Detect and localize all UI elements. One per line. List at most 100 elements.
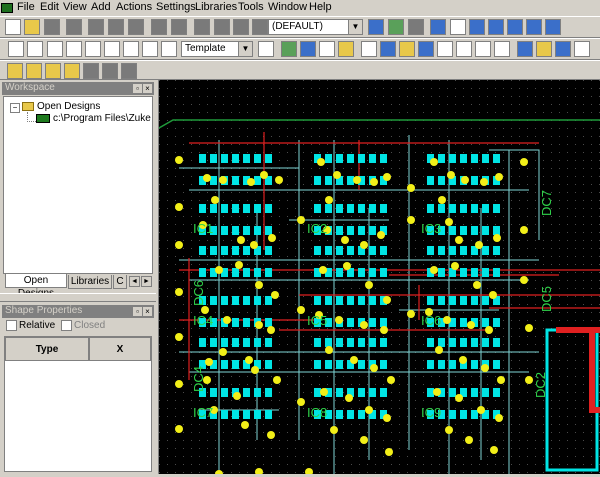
copy-icon[interactable] xyxy=(108,19,124,35)
menu-edit[interactable]: Edit xyxy=(40,1,59,13)
menu-settings[interactable]: Settings xyxy=(156,1,196,13)
close-icon[interactable]: × xyxy=(143,307,152,316)
tab-open-designs[interactable]: Open Designs xyxy=(5,274,67,299)
save-icon[interactable] xyxy=(44,19,60,35)
menu-file[interactable]: File xyxy=(17,1,35,13)
relative-checkbox-box[interactable] xyxy=(6,320,17,331)
closed-checkbox[interactable]: Closed xyxy=(61,320,105,331)
layer-icon[interactable] xyxy=(214,19,230,35)
col-header-x[interactable]: X xyxy=(89,337,151,361)
new-file-icon[interactable] xyxy=(5,19,21,35)
chevron-down-icon[interactable]: ▼ xyxy=(238,42,252,56)
mirror-icon[interactable] xyxy=(66,41,82,57)
menu-tools[interactable]: Tools xyxy=(238,1,264,13)
component-icon[interactable] xyxy=(408,19,424,35)
stop-script-icon[interactable] xyxy=(121,63,137,79)
shape-properties-grid[interactable]: Type X xyxy=(4,336,152,472)
menu-window[interactable]: Window xyxy=(268,1,307,13)
connect-icon[interactable] xyxy=(142,41,158,57)
rotate-icon[interactable] xyxy=(47,41,63,57)
menu-help[interactable]: Help xyxy=(309,1,332,13)
tree-expander[interactable]: − xyxy=(10,103,20,113)
tab-c[interactable]: C xyxy=(113,275,127,289)
drc-icon[interactable] xyxy=(555,41,571,57)
zoom-extents-icon[interactable] xyxy=(430,19,446,35)
macro-3-icon[interactable] xyxy=(45,63,61,79)
note-icon[interactable] xyxy=(399,41,415,57)
tab-scroll-right[interactable]: ► xyxy=(141,276,152,287)
redo-icon[interactable] xyxy=(171,19,187,35)
rectangle-icon[interactable] xyxy=(281,41,297,57)
label-ic5: IC5 xyxy=(307,313,327,328)
pcb-canvas[interactable]: IC1 IC2 IC3 IC4 IC5 IC6 IC7 IC8 IC9 DC4 … xyxy=(158,80,600,477)
triangle-icon[interactable] xyxy=(319,41,335,57)
open-folder-icon[interactable] xyxy=(24,19,40,35)
board-icon[interactable] xyxy=(233,19,249,35)
move-icon[interactable] xyxy=(27,41,43,57)
minimize-icon[interactable]: ▫ xyxy=(133,84,142,93)
circle-icon[interactable] xyxy=(300,41,316,57)
zoom-window-icon[interactable] xyxy=(469,19,485,35)
pin-icon[interactable] xyxy=(258,41,274,57)
print-icon[interactable] xyxy=(66,19,82,35)
smd-pad xyxy=(254,176,261,185)
script-icon[interactable] xyxy=(83,63,99,79)
layer-select[interactable]: (DEFAULT) ▼ xyxy=(268,19,363,35)
route-icon[interactable] xyxy=(85,41,101,57)
tree-child-label[interactable]: c:\Program Files\Zuken\ xyxy=(53,113,151,124)
cut-icon[interactable] xyxy=(88,19,104,35)
menu-actions[interactable]: Actions xyxy=(116,1,152,13)
zoom-in-icon[interactable] xyxy=(507,19,523,35)
tab-scroll-left[interactable]: ◄ xyxy=(129,276,140,287)
library-edit-icon[interactable] xyxy=(456,41,472,57)
smd-pad xyxy=(380,268,387,277)
minimize-icon[interactable]: ▫ xyxy=(133,307,142,316)
library-find-icon[interactable] xyxy=(475,41,491,57)
pcb-board[interactable]: IC1 IC2 IC3 IC4 IC5 IC6 IC7 IC8 IC9 DC4 … xyxy=(158,80,600,477)
workspace-tree[interactable]: − Open Designs c:\Program Files\Zuken\ xyxy=(3,96,153,274)
align-icon[interactable] xyxy=(104,41,120,57)
template-select[interactable]: Template ▼ xyxy=(181,41,253,57)
library-add-icon[interactable] xyxy=(494,41,510,57)
undo-icon[interactable] xyxy=(151,19,167,35)
paste-icon[interactable] xyxy=(128,19,144,35)
zoom-out-icon[interactable] xyxy=(526,19,542,35)
tab-libraries[interactable]: Libraries xyxy=(68,275,112,289)
macro-2-icon[interactable] xyxy=(26,63,42,79)
run-script-icon[interactable] xyxy=(102,63,118,79)
menu-add[interactable]: Add xyxy=(91,1,111,13)
tree-root-label[interactable]: Open Designs xyxy=(37,101,100,112)
via xyxy=(360,321,368,329)
report-icon[interactable] xyxy=(574,41,590,57)
highlight-icon[interactable] xyxy=(536,41,552,57)
polygon-icon[interactable] xyxy=(338,41,354,57)
grid-icon[interactable] xyxy=(194,19,210,35)
check-icon[interactable] xyxy=(161,41,177,57)
panel-splitter[interactable] xyxy=(0,293,156,302)
chevron-down-icon[interactable]: ▼ xyxy=(348,20,362,34)
close-icon[interactable]: × xyxy=(143,84,152,93)
smd-pad xyxy=(380,246,387,255)
net-icon[interactable] xyxy=(517,41,533,57)
text-icon[interactable] xyxy=(361,41,377,57)
macro-1-icon[interactable] xyxy=(7,63,23,79)
measure-icon[interactable] xyxy=(252,19,268,35)
app-icon[interactable] xyxy=(1,3,13,13)
closed-checkbox-box[interactable] xyxy=(61,320,72,331)
library-icon[interactable] xyxy=(437,41,453,57)
select-arrow-icon[interactable] xyxy=(8,41,24,57)
dimension-icon[interactable] xyxy=(380,41,396,57)
attribute-icon[interactable] xyxy=(418,41,434,57)
menu-libraries[interactable]: Libraries xyxy=(195,1,237,13)
via xyxy=(203,174,211,182)
group-icon[interactable] xyxy=(123,41,139,57)
relative-checkbox[interactable]: Relative xyxy=(6,320,55,331)
macro-4-icon[interactable] xyxy=(64,63,80,79)
col-header-type[interactable]: Type xyxy=(5,337,89,361)
zoom-previous-icon[interactable] xyxy=(545,19,561,35)
zoom-fit-icon[interactable] xyxy=(450,19,466,35)
layer-props-icon[interactable] xyxy=(368,19,384,35)
zoom-area-icon[interactable] xyxy=(488,19,504,35)
menu-view[interactable]: View xyxy=(63,1,87,13)
pad-stack-icon[interactable] xyxy=(388,19,404,35)
